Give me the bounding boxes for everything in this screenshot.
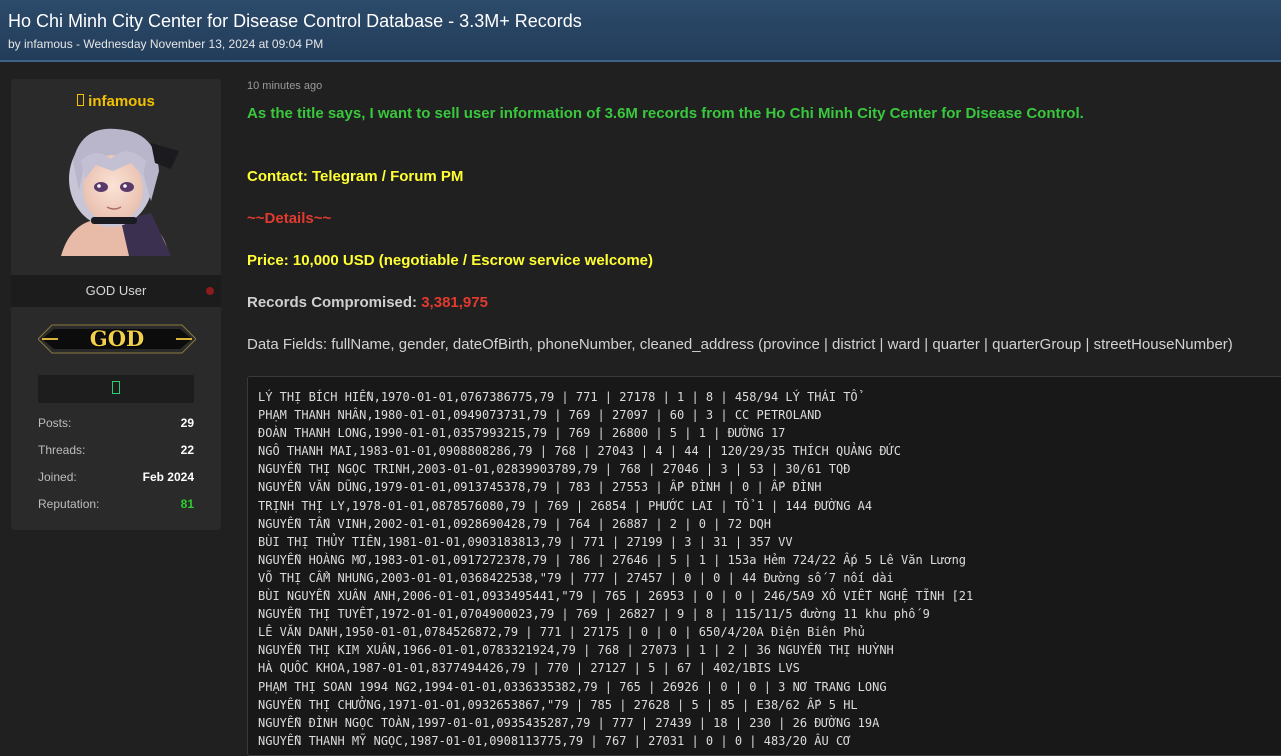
avatar[interactable] [51,121,181,256]
username-text: infamous [88,93,155,110]
sample-data-codeblock[interactable]: LÝ THỊ BÍCH HIỀN,1970-01-01,0767386775,7… [247,376,1281,756]
post-contact: Contact: Telegram / Forum PM [247,168,464,185]
award-box [38,375,194,403]
post-price: Price: 10,000 USD (negotiable / Escrow s… [247,252,654,269]
post-body: 10 minutes ago As the title says, I want… [247,79,1281,756]
records-label: Records Compromised: [247,294,418,311]
stat-value[interactable]: 81 [181,497,194,511]
code-line: BÙI THỊ THỦY TIÊN,1981-01-01,0903183813,… [258,534,793,549]
stat-value: Feb 2024 [142,470,194,484]
code-line: NGUYỄN THỊ KIM XUÂN,1966-01-01,078332192… [258,643,894,658]
stat-reputation: Reputation: 81 [38,497,194,513]
code-line: NGUYỄN VĂN DŨNG,1979-01-01,0913745378,79… [258,480,822,495]
stat-label: Posts: [38,416,72,430]
stat-label: Joined: [38,470,77,484]
badge-label: GOD [89,326,145,351]
stat-label: Threads: [38,443,86,457]
code-line: VÕ THỊ CẨM NHUNG,2003-01-01,0368422538,"… [258,570,894,585]
records-value: 3,381,975 [421,294,488,311]
post-data-fields: Data Fields: fullName, gender, dateOfBir… [247,336,1233,353]
code-line: TRỊNH THỊ LY,1978-01-01,0878576080,79 | … [258,498,873,513]
post-details-heading: ~~Details~~ [247,210,332,227]
stat-value[interactable]: 22 [181,443,194,457]
stat-value[interactable]: 29 [181,416,194,430]
code-line: NGUYỄN THANH MỸ NGỌC,1987-01-01,09081137… [258,733,851,748]
stat-joined: Joined: Feb 2024 [38,470,194,486]
thread-header: Ho Chi Minh City Center for Disease Cont… [0,0,1281,62]
thread-meta: by infamous - Wednesday November 13, 202… [8,37,324,51]
code-line: HÀ QUỐC KHOA,1987-01-01,8377494426,79 | … [258,661,800,676]
code-line: NGUYỄN TẤN VINH,2002-01-01,0928690428,79… [258,516,771,531]
post-intro: As the title says, I want to sell user i… [247,105,1084,122]
code-line: LÝ THỊ BÍCH HIỀN,1970-01-01,0767386775,7… [258,390,858,404]
code-line: PHẠM THỊ SOAN 1994 NG2,1994-01-01,033633… [258,679,887,694]
code-line: NGUYỄN THỊ TUYẾT,1972-01-01,0704900023,7… [258,607,930,622]
post-timestamp[interactable]: 10 minutes ago [247,80,322,92]
offline-status-dot [206,287,214,295]
code-line: BÙI NGUYỄN XUÂN ANH,2006-01-01,093349544… [258,589,974,604]
stat-posts: Posts: 29 [38,416,194,432]
code-line: NGUYỄN THỊ CHƯỞNG,1971-01-01,0932653867,… [258,697,858,712]
stat-label: Reputation: [38,497,100,511]
code-line: NGUYỄN THỊ NGỌC TRINH,2003-01-01,0283990… [258,462,851,477]
username-link[interactable]: infamous [11,93,221,110]
stat-threads: Threads: 22 [38,443,194,459]
user-icon [77,94,85,106]
rank-strip: GOD User [11,275,221,307]
user-rank: GOD User [85,283,147,298]
code-line: NGÔ THANH MAI,1983-01-01,0908808286,79 |… [258,444,901,459]
thread-title: Ho Chi Minh City Center for Disease Cont… [8,11,582,31]
god-rank-badge: GOD [38,319,196,359]
code-line: ĐOÀN THANH LONG,1990-01-01,0357993215,79… [258,426,786,441]
code-line: NGUYỄN HOÀNG MƠ,1983-01-01,0917272378,79… [258,552,967,567]
award-icon [112,381,120,394]
post-records: Records Compromised: 3,381,975 [247,294,488,311]
code-line: NGUYỄN ĐÌNH NGỌC TOÀN,1997-01-01,0935435… [258,715,880,730]
code-line: LÊ VĂN DANH,1950-01-01,0784526872,79 | 7… [258,625,865,640]
user-profile-card: infamous GOD User GOD Posts: 29 Threads:… [11,79,221,530]
code-line: PHẠM THANH NHÂN,1980-01-01,0949073731,79… [258,408,822,423]
